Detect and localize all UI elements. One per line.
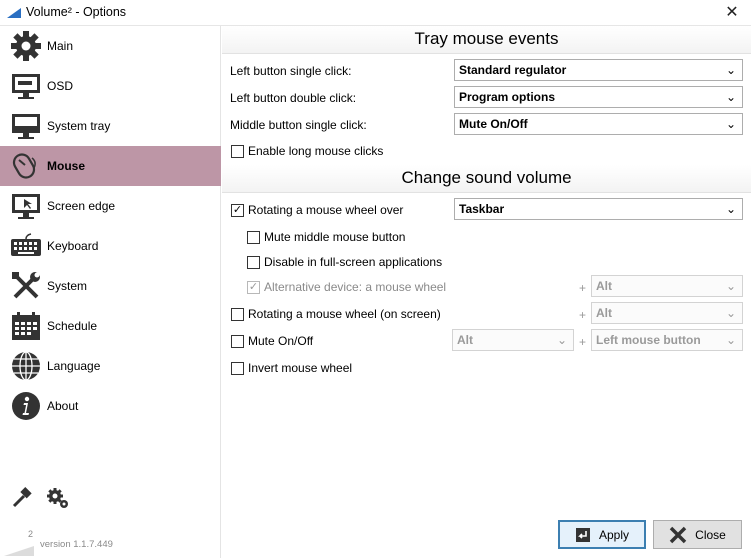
tray-icon bbox=[8, 108, 44, 144]
checkbox-box[interactable]: ✓ bbox=[247, 280, 260, 294]
sidebar-item-osd[interactable]: OSD bbox=[0, 66, 221, 106]
paint-roller-icon[interactable] bbox=[10, 486, 34, 513]
sidebar-item-keyboard[interactable]: Keyboard bbox=[0, 226, 221, 266]
sidebar-item-main[interactable]: Main bbox=[0, 26, 221, 66]
resize-grip-icon bbox=[4, 546, 34, 556]
sidebar-item-label: About bbox=[47, 399, 79, 413]
sidebar-item-label: Keyboard bbox=[47, 239, 99, 253]
rotating-on-screen-checkbox[interactable]: Rotating a mouse wheel (on screen) bbox=[231, 307, 441, 321]
alt-device-checkbox[interactable]: ✓ Alternative device: a mouse wheel bbox=[247, 280, 446, 294]
close-button[interactable]: Close bbox=[653, 520, 742, 549]
chevron-down-icon: ⌄ bbox=[556, 333, 567, 347]
rotating-on-screen-modifier-select[interactable]: Alt ⌄ bbox=[591, 302, 743, 324]
checkbox-box[interactable] bbox=[247, 230, 260, 244]
sidebar-item-system[interactable]: System bbox=[0, 266, 221, 306]
close-window-icon[interactable]: ✕ bbox=[721, 3, 743, 23]
calendar-icon bbox=[8, 308, 44, 344]
left-single-click-select[interactable]: Standard regulator ⌄ bbox=[454, 59, 743, 81]
checkbox-box[interactable] bbox=[247, 255, 260, 269]
monitor-icon bbox=[8, 68, 44, 104]
middle-single-click-label: Middle button single click: bbox=[230, 118, 367, 132]
tools-icon bbox=[8, 268, 44, 304]
sidebar-item-system-tray[interactable]: System tray bbox=[0, 106, 221, 146]
sidebar-item-label: Language bbox=[47, 359, 101, 373]
invert-wheel-checkbox[interactable]: Invert mouse wheel bbox=[231, 361, 352, 375]
left-double-click-label: Left button double click: bbox=[230, 91, 357, 105]
long-clicks-checkbox[interactable]: Enable long mouse clicks bbox=[231, 144, 383, 158]
sidebar-item-label: Screen edge bbox=[47, 199, 116, 213]
sidebar-item-label: System tray bbox=[47, 119, 111, 133]
settings-gears-icon[interactable] bbox=[46, 486, 70, 513]
rotating-wheel-target-select[interactable]: Taskbar ⌄ bbox=[454, 198, 743, 220]
alt-device-modifier-select[interactable]: Alt ⌄ bbox=[591, 275, 743, 297]
sidebar: Main OSD System tray Mouse Screen edge K… bbox=[0, 26, 221, 558]
chevron-down-icon: ⌄ bbox=[725, 306, 736, 320]
disable-fullscreen-checkbox[interactable]: Disable in full-screen applications bbox=[247, 255, 442, 269]
sidebar-item-label: OSD bbox=[47, 79, 74, 93]
apply-button[interactable]: Apply bbox=[558, 520, 646, 549]
checkbox-box[interactable] bbox=[231, 334, 244, 348]
sidebar-item-label: Main bbox=[47, 39, 74, 53]
middle-single-click-select[interactable]: Mute On/Off ⌄ bbox=[454, 113, 743, 135]
checkbox-box[interactable] bbox=[231, 144, 244, 158]
info-icon bbox=[8, 388, 44, 424]
chevron-down-icon: ⌄ bbox=[725, 202, 736, 216]
left-double-click-select[interactable]: Program options ⌄ bbox=[454, 86, 743, 108]
sidebar-item-language[interactable]: Language bbox=[0, 346, 221, 386]
screen-edge-icon bbox=[8, 188, 44, 224]
mute-onoff-modifier-select[interactable]: Alt ⌄ bbox=[452, 329, 574, 351]
keyboard-icon bbox=[8, 228, 44, 264]
sidebar-item-schedule[interactable]: Schedule bbox=[0, 306, 221, 346]
close-x-icon bbox=[669, 526, 687, 544]
chevron-down-icon: ⌄ bbox=[725, 90, 736, 104]
window-title: Volume² - Options bbox=[26, 5, 127, 19]
globe-icon bbox=[8, 348, 44, 384]
volume-section-title: Change sound volume bbox=[222, 165, 751, 193]
checkbox-box[interactable] bbox=[231, 361, 244, 375]
checkbox-box[interactable]: ✓ bbox=[231, 203, 244, 217]
plus-sign: + bbox=[579, 335, 587, 349]
plus-sign: + bbox=[579, 281, 587, 295]
left-single-click-label: Left button single click: bbox=[230, 64, 352, 78]
checkbox-box[interactable] bbox=[231, 307, 244, 321]
sidebar-item-screen-edge[interactable]: Screen edge bbox=[0, 186, 221, 226]
mouse-icon bbox=[8, 148, 44, 184]
chevron-down-icon: ⌄ bbox=[725, 333, 736, 347]
gear-icon bbox=[8, 28, 44, 64]
tray-section-title: Tray mouse events bbox=[222, 26, 751, 54]
version-label: version 1.1.7.449 bbox=[40, 539, 113, 550]
rotating-wheel-checkbox[interactable]: ✓ Rotating a mouse wheel over bbox=[231, 203, 403, 217]
mouse-settings-panel: Tray mouse events Left button single cli… bbox=[222, 26, 751, 558]
sidebar-item-mouse[interactable]: Mouse bbox=[0, 146, 221, 186]
chevron-down-icon: ⌄ bbox=[725, 63, 736, 77]
mute-onoff-checkbox[interactable]: Mute On/Off bbox=[231, 334, 313, 348]
title-bar: Volume² - Options ✕ bbox=[0, 0, 751, 26]
apply-icon bbox=[575, 527, 591, 543]
plus-sign: + bbox=[579, 308, 587, 322]
sidebar-item-label: System bbox=[47, 279, 88, 293]
mute-onoff-button-select[interactable]: Left mouse button ⌄ bbox=[591, 329, 743, 351]
sidebar-item-about[interactable]: About bbox=[0, 386, 221, 426]
sidebar-tools bbox=[10, 486, 70, 513]
mute-middle-button-checkbox[interactable]: Mute middle mouse button bbox=[247, 230, 405, 244]
chevron-down-icon: ⌄ bbox=[725, 279, 736, 293]
sidebar-item-label: Schedule bbox=[47, 319, 98, 333]
volume-app-icon bbox=[7, 8, 21, 18]
sidebar-item-label: Mouse bbox=[47, 159, 86, 173]
chevron-down-icon: ⌄ bbox=[725, 117, 736, 131]
